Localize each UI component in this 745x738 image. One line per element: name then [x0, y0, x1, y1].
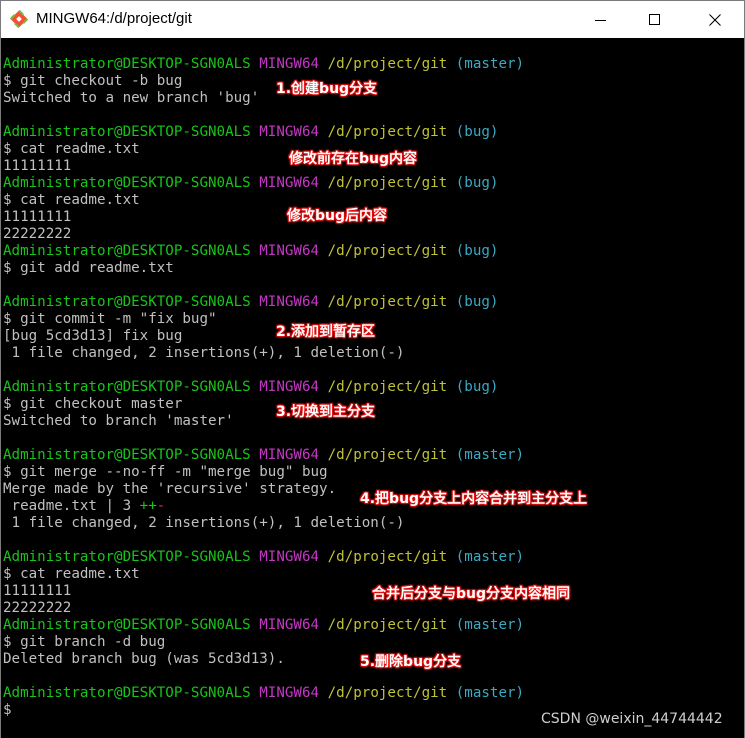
output-line: Switched to branch 'master' [3, 413, 234, 429]
git-app-icon [9, 9, 29, 29]
annotation-same-content: 合并后分支与bug分支内容相同 [372, 586, 571, 602]
annotation-delete-branch: 5.删除bug分支 [360, 654, 462, 670]
blank-line [3, 362, 524, 379]
blank-line [3, 532, 524, 549]
prompt-line: Administrator@DESKTOP-SGN0ALS MINGW64 /d… [3, 294, 499, 310]
prompt-line: Administrator@DESKTOP-SGN0ALS MINGW64 /d… [3, 549, 525, 565]
annotation-create-branch: 1.创建bug分支 [276, 81, 378, 97]
output-line: 22222222 [3, 226, 72, 242]
blank-line [3, 107, 524, 124]
command-line: $ git merge --no-ff -m "merge bug" bug [3, 464, 328, 480]
terminal-output[interactable]: Administrator@DESKTOP-SGN0ALS MINGW64 /d… [1, 38, 726, 738]
prompt-line: Administrator@DESKTOP-SGN0ALS MINGW64 /d… [3, 617, 525, 633]
output-line: [bug 5cd3d13] fix bug [3, 328, 183, 344]
command-line: $ cat readme.txt [3, 192, 140, 208]
window-title: MINGW64:/d/project/git [36, 10, 192, 27]
annotation-switch-master: 3.切换到主分支 [276, 404, 376, 420]
command-line: $ git commit -m "fix bug" [3, 311, 217, 327]
annotation-after-change: 修改bug后内容 [287, 208, 388, 224]
prompt-line: Administrator@DESKTOP-SGN0ALS MINGW64 /d… [3, 124, 499, 140]
command-line: $ cat readme.txt [3, 141, 140, 157]
output-line: 1 file changed, 2 insertions(+), 1 delet… [3, 345, 405, 361]
prompt-line: Administrator@DESKTOP-SGN0ALS MINGW64 /d… [3, 175, 499, 191]
minimize-button[interactable] [578, 1, 624, 38]
prompt-line: Administrator@DESKTOP-SGN0ALS MINGW64 /d… [3, 685, 525, 701]
terminal-lines: Administrator@DESKTOP-SGN0ALS MINGW64 /d… [3, 56, 524, 719]
annotation-stage: 2.添加到暂存区 [276, 324, 376, 340]
command-input-line[interactable]: $ [3, 702, 524, 719]
output-line: 11111111 [3, 158, 72, 174]
scrollbar[interactable] [726, 38, 744, 738]
command-line: $ git branch -d bug [3, 634, 166, 650]
close-button[interactable] [692, 1, 738, 38]
prompt-line: Administrator@DESKTOP-SGN0ALS MINGW64 /d… [3, 447, 525, 463]
title-bar[interactable]: MINGW64:/d/project/git [1, 1, 744, 38]
output-line: Switched to a new branch 'bug' [3, 90, 260, 106]
annotation-before-change: 修改前存在bug内容 [289, 151, 418, 167]
annotation-merge: 4.把bug分支上内容合并到主分支上 [360, 491, 588, 507]
blank-line [3, 277, 524, 294]
output-line: 11111111 [3, 209, 72, 225]
maximize-button[interactable] [632, 1, 678, 38]
output-line: 1 file changed, 2 insertions(+), 1 delet… [3, 515, 405, 531]
command-line: $ git add readme.txt [3, 260, 174, 276]
command-line: $ git checkout -b bug [3, 73, 183, 89]
prompt-line: Administrator@DESKTOP-SGN0ALS MINGW64 /d… [3, 56, 525, 72]
prompt-line: Administrator@DESKTOP-SGN0ALS MINGW64 /d… [3, 243, 499, 259]
blank-line [3, 430, 524, 447]
terminal-window: MINGW64:/d/project/git Administrator@DES… [0, 0, 745, 738]
command-line: $ git checkout master [3, 396, 183, 412]
command-line: $ cat readme.txt [3, 566, 140, 582]
watermark: CSDN @weixin_44744442 [541, 711, 723, 727]
prompt-line: Administrator@DESKTOP-SGN0ALS MINGW64 /d… [3, 379, 499, 395]
